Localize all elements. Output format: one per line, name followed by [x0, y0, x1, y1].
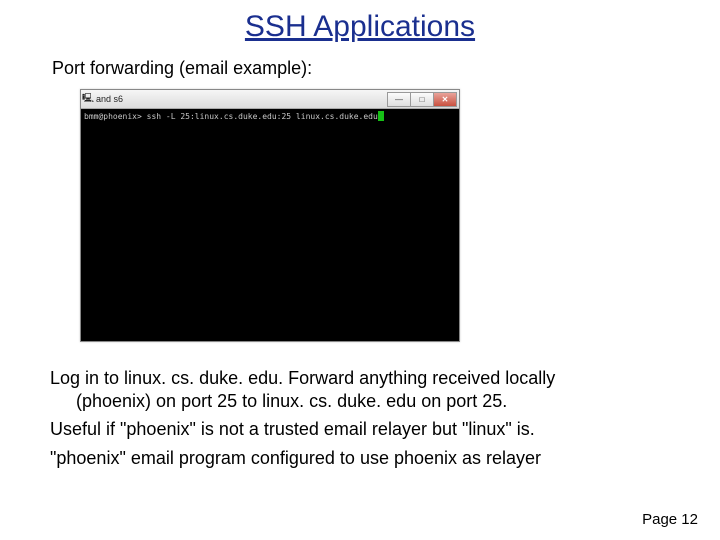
maximize-button[interactable]: □ [410, 92, 434, 107]
page-number: Page 12 [642, 511, 698, 528]
slide-subtitle: Port forwarding (email example): [52, 58, 670, 79]
slide-title: SSH Applications [50, 10, 670, 44]
terminal-cursor-icon [378, 111, 384, 121]
body-paragraph-3: "phoenix" email program configured to us… [50, 447, 670, 470]
window-title: and s6 [96, 94, 388, 104]
terminal-window: 🖳 and s6 — □ ✕ bmm@phoenix> ssh -L 25:li… [80, 89, 460, 342]
terminal-prompt: bmm@phoenix> [84, 112, 147, 121]
terminal-body[interactable]: bmm@phoenix> ssh -L 25:linux.cs.duke.edu… [81, 109, 459, 341]
window-buttons: — □ ✕ [388, 92, 457, 107]
terminal-command: ssh -L 25:linux.cs.duke.edu:25 linux.cs.… [147, 112, 378, 121]
body-paragraph-1: Log in to linux. cs. duke. edu. Forward … [50, 367, 670, 412]
window-icon: 🖳 [83, 94, 93, 104]
body-line: Log in to linux. cs. duke. edu. Forward … [50, 368, 555, 388]
minimize-button[interactable]: — [387, 92, 411, 107]
body-line: (phoenix) on port 25 to linux. cs. duke.… [76, 391, 507, 411]
close-button[interactable]: ✕ [433, 92, 457, 107]
body-text: Log in to linux. cs. duke. edu. Forward … [50, 367, 670, 469]
window-titlebar: 🖳 and s6 — □ ✕ [81, 90, 459, 109]
body-paragraph-2: Useful if "phoenix" is not a trusted ema… [50, 418, 670, 441]
